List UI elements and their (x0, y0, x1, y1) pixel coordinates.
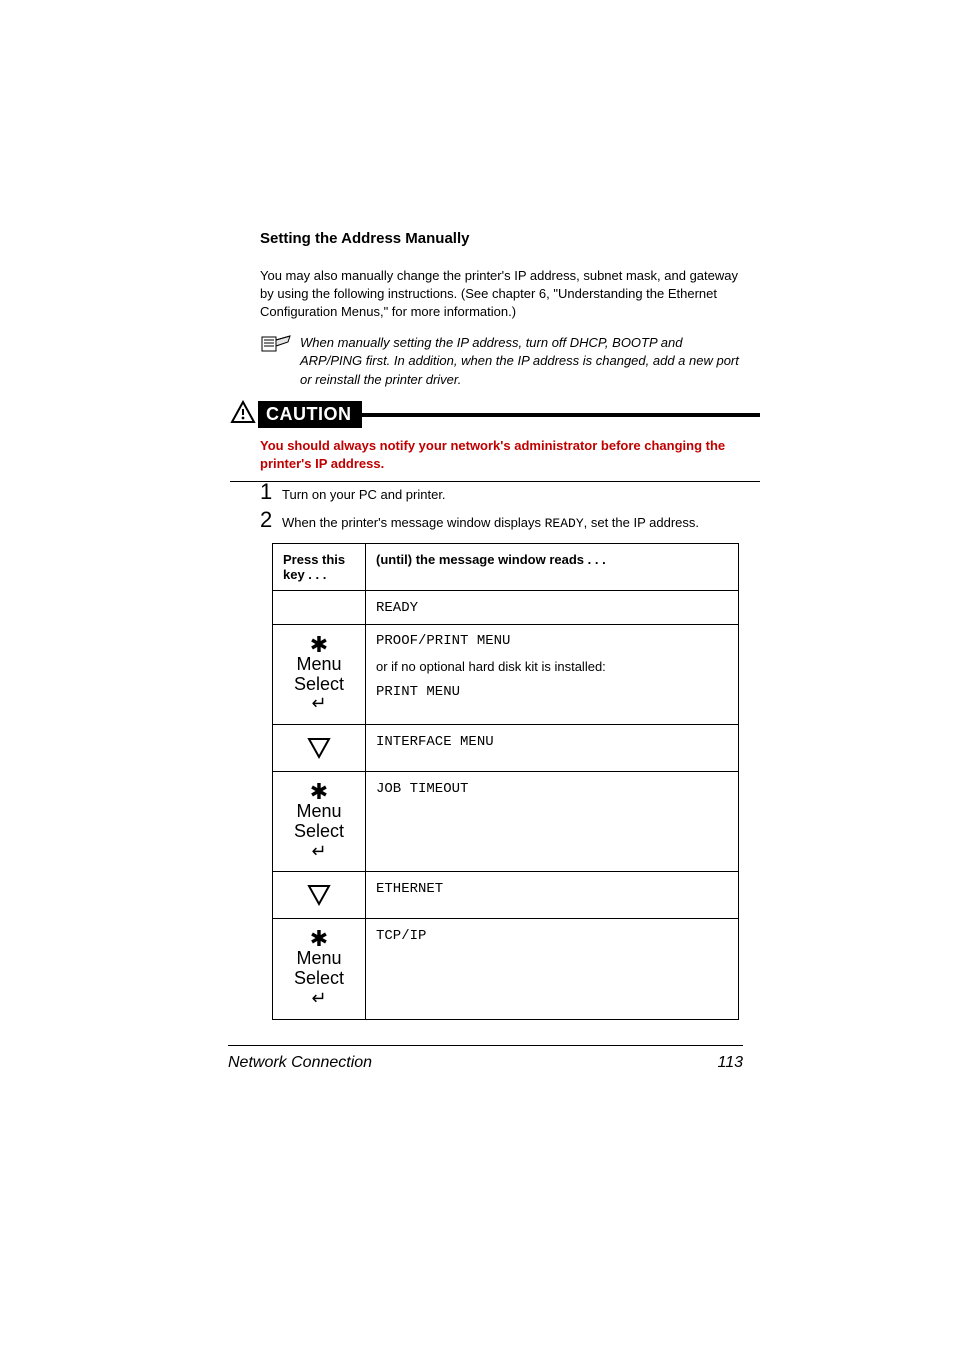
key-cell-menu: ✱MenuSelect↵ (273, 772, 366, 872)
select-label: Select (294, 968, 344, 988)
table-row: ✱MenuSelect↵ PROOF/PRINT MENU or if no o… (273, 625, 739, 725)
key-cell-down (273, 725, 366, 772)
msg-cell: INTERFACE MENU (366, 725, 739, 772)
enter-icon: ↵ (311, 693, 326, 713)
msg-cell: JOB TIMEOUT (366, 772, 739, 872)
msg-ethernet: ETHERNET (376, 881, 443, 897)
note-icon (260, 334, 300, 359)
star-icon: ✱ (277, 782, 361, 802)
menu-label: Menu (296, 801, 341, 821)
select-label: Select (294, 674, 344, 694)
msg-tcpip: TCP/IP (376, 928, 426, 944)
footer-page-number: 113 (717, 1054, 743, 1072)
step-1-number: 1 (260, 479, 282, 505)
caution-label: CAUTION (258, 401, 362, 428)
msg-mid: or if no optional hard disk kit is insta… (376, 659, 728, 674)
down-triangle-icon (305, 882, 333, 908)
star-icon: ✱ (277, 635, 361, 655)
menu-label: Menu (296, 654, 341, 674)
table-row: READY (273, 591, 739, 625)
select-label: Select (294, 821, 344, 841)
caution-text: You should always notify your network's … (260, 437, 760, 473)
table-header-row: Press this key . . . (until) the message… (273, 544, 739, 591)
key-cell-menu: ✱MenuSelect↵ (273, 625, 366, 725)
press-key-table: Press this key . . . (until) the message… (272, 543, 739, 1020)
table-row: ✱MenuSelect↵ JOB TIMEOUT (273, 772, 739, 872)
table-row: INTERFACE MENU (273, 725, 739, 772)
msg-job-timeout: JOB TIMEOUT (376, 781, 468, 797)
key-cell-menu: ✱MenuSelect↵ (273, 919, 366, 1019)
msg-cell: READY (366, 591, 739, 625)
enter-icon: ↵ (311, 841, 326, 861)
step-2-post: , set the IP address. (584, 515, 699, 530)
step-2-pre: When the printer's message window displa… (282, 515, 545, 530)
msg-interface: INTERFACE MENU (376, 734, 494, 750)
down-triangle-icon (305, 735, 333, 761)
msg-cell: PROOF/PRINT MENU or if no optional hard … (366, 625, 739, 725)
msg-cell: ETHERNET (366, 872, 739, 919)
page-footer: Network Connection 113 (228, 1045, 743, 1072)
step-2-code: READY (545, 516, 584, 531)
key-cell-empty (273, 591, 366, 625)
section-heading: Setting the Address Manually (260, 230, 740, 247)
footer-left: Network Connection (228, 1054, 372, 1071)
step-1-text: Turn on your PC and printer. (282, 487, 446, 502)
msg-ready: READY (376, 600, 418, 616)
key-cell-down (273, 872, 366, 919)
warning-icon (230, 400, 258, 429)
msg-print-menu: PRINT MENU (376, 684, 728, 700)
msg-cell: TCP/IP (366, 919, 739, 1019)
star-icon: ✱ (277, 929, 361, 949)
msg-proof-print: PROOF/PRINT MENU (376, 633, 728, 649)
intro-paragraph: You may also manually change the printer… (260, 267, 740, 322)
note-text: When manually setting the IP address, tu… (300, 334, 740, 391)
caution-rule (362, 413, 761, 417)
step-2-text: When the printer's message window displa… (282, 515, 699, 531)
table-row: ✱MenuSelect↵ TCP/IP (273, 919, 739, 1019)
table-row: ETHERNET (273, 872, 739, 919)
step-2-number: 2 (260, 507, 282, 533)
enter-icon: ↵ (311, 988, 326, 1008)
footer-rule (228, 1045, 743, 1046)
header-msg: (until) the message window reads . . . (366, 544, 739, 591)
menu-label: Menu (296, 948, 341, 968)
header-key: Press this key . . . (273, 544, 366, 591)
